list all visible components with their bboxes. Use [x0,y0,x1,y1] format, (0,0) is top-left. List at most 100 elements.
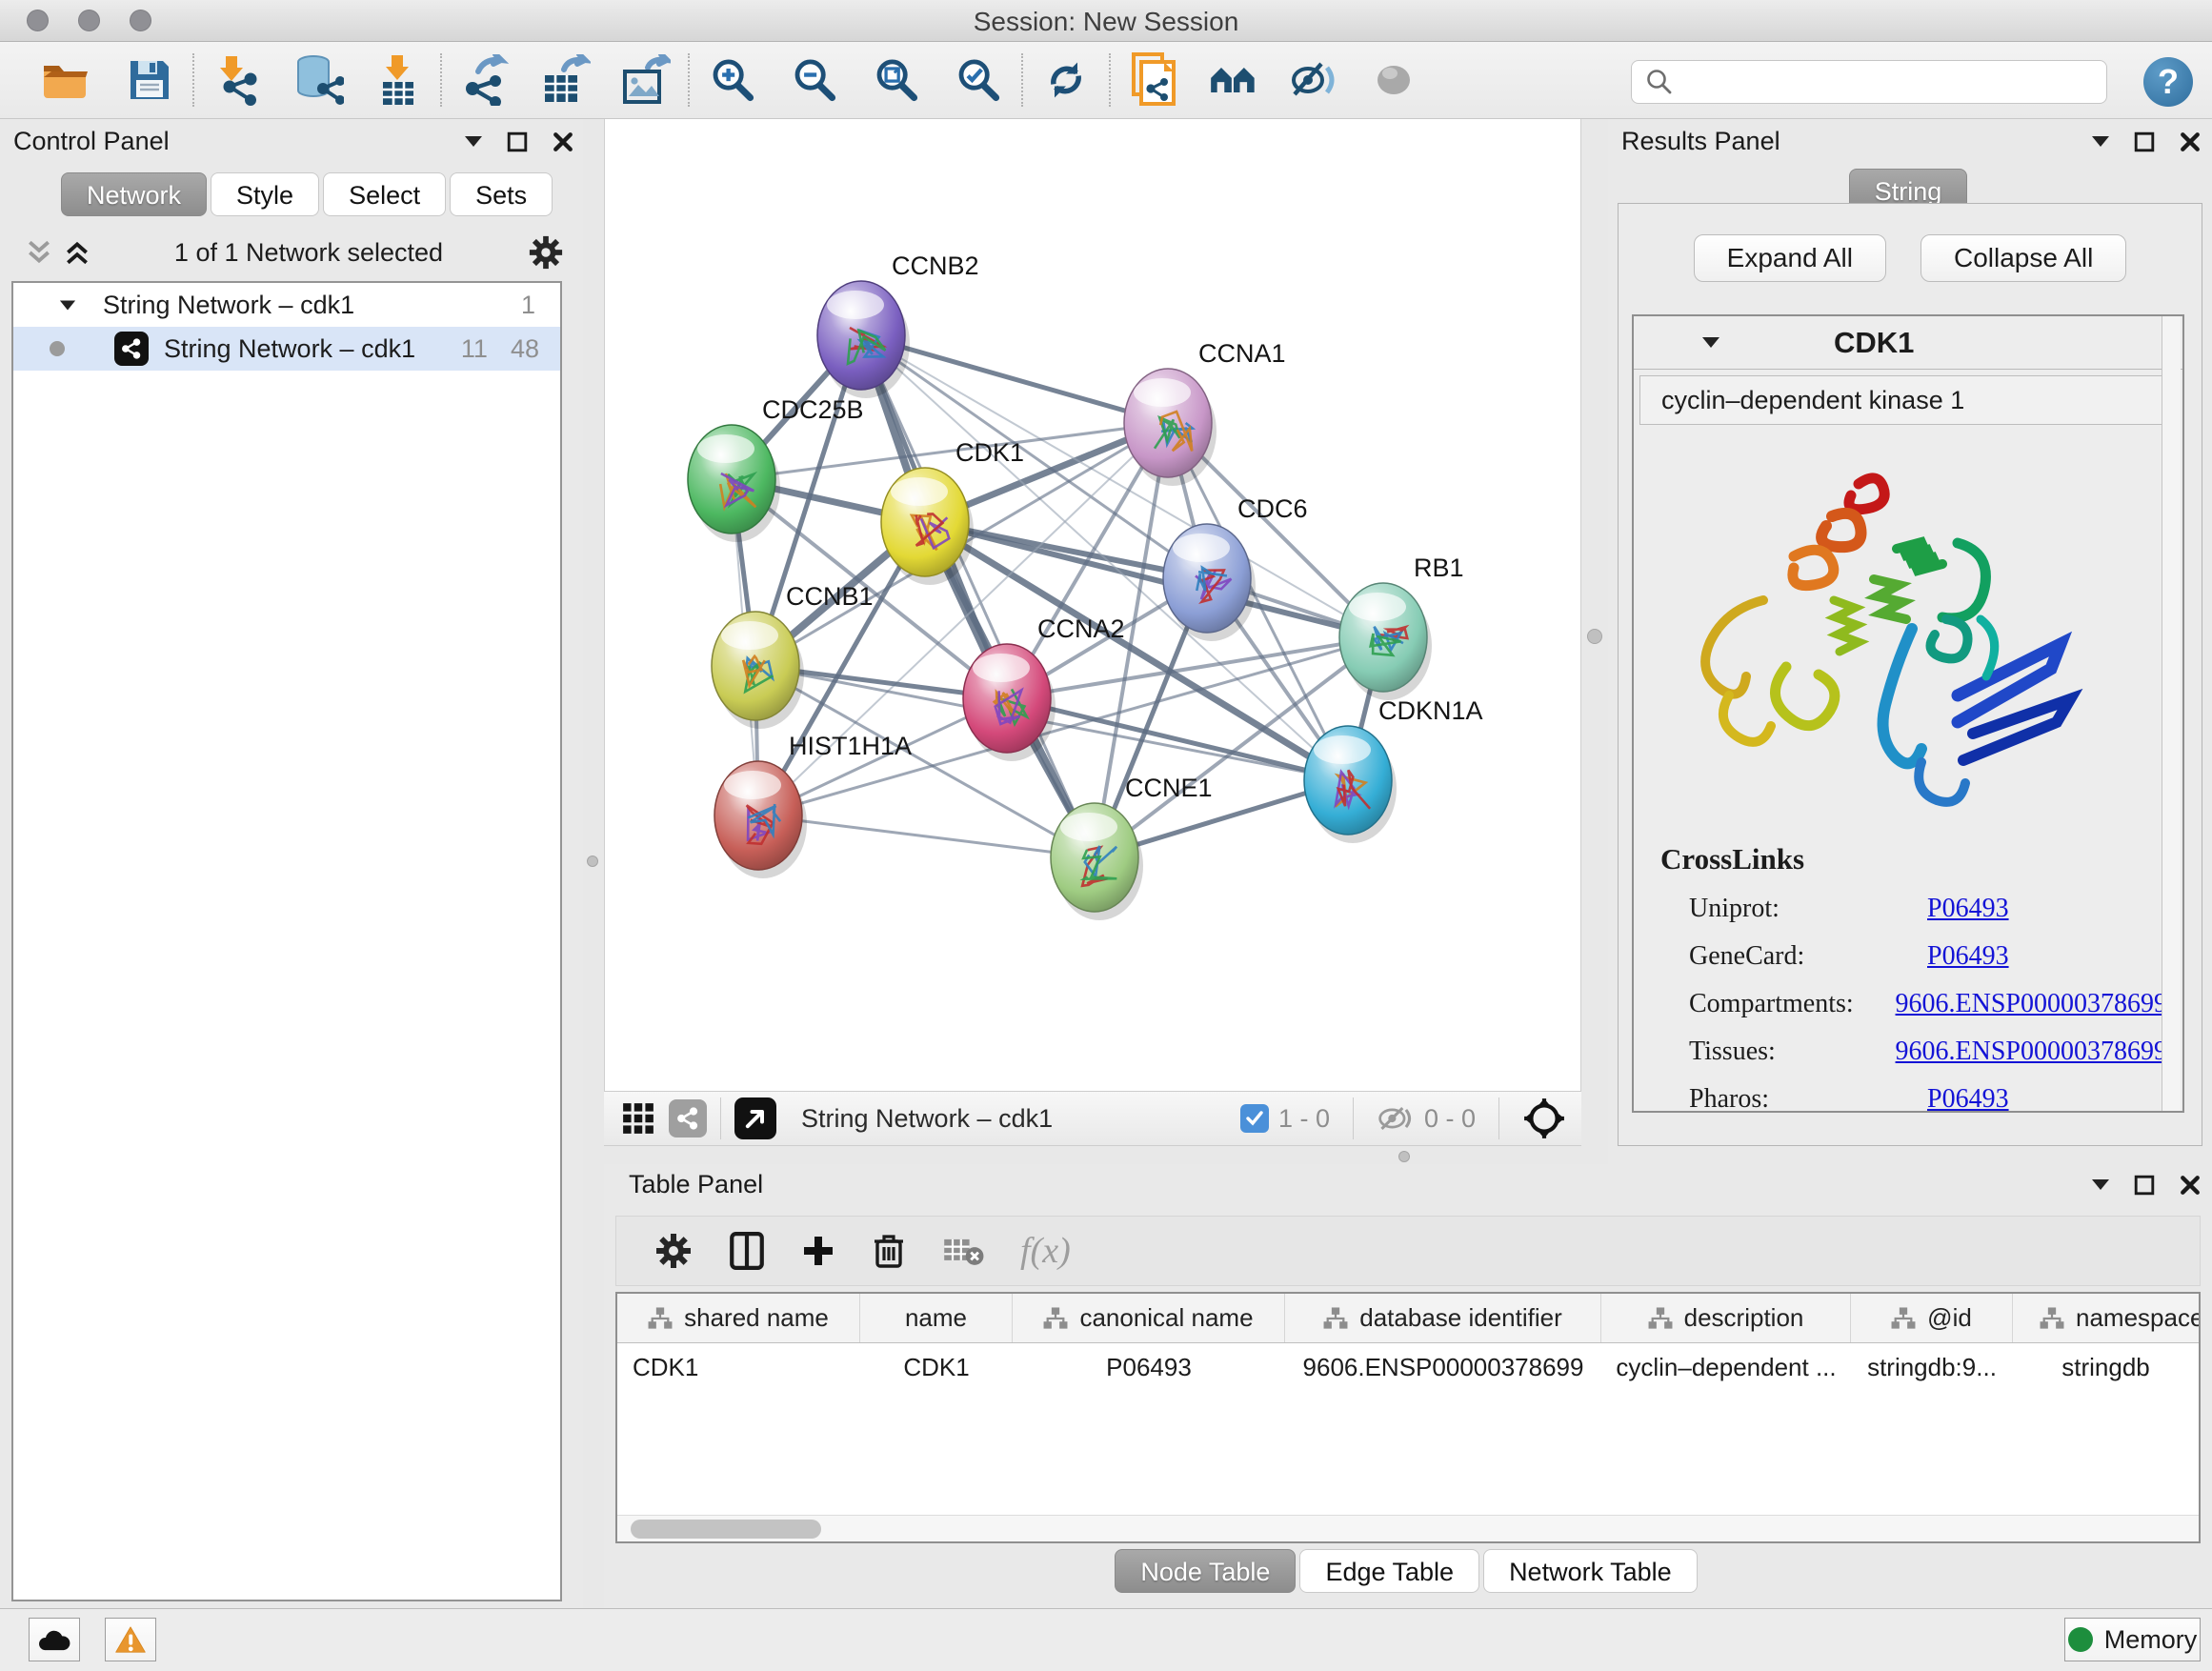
network-status-dot [50,341,65,356]
tab-select[interactable]: Select [323,172,446,216]
network-node-ccna1[interactable]: CCNA1 [1124,339,1286,486]
fit-content-button[interactable] [869,52,924,108]
selected-checkbox-icon[interactable] [1240,1104,1269,1133]
table-horizontal-scrollbar[interactable] [617,1515,2199,1541]
add-column-icon[interactable] [801,1234,835,1268]
network-options-gear-icon[interactable] [528,234,564,271]
string-home-button[interactable] [1206,52,1261,108]
tab-network[interactable]: Network [61,172,207,216]
network-node-rb1[interactable]: RB1 [1339,554,1464,700]
warnings-button[interactable] [105,1618,156,1661]
network-collection-row[interactable]: String Network – cdk1 1 [13,283,560,327]
node-label-hist1h1a: HIST1H1A [789,732,912,760]
zoom-out-button[interactable] [787,52,842,108]
column-header-canonical-name[interactable]: canonical name [1013,1294,1285,1342]
network-node-cdkn1a[interactable]: CDKN1A [1304,696,1483,843]
import-network-file-button[interactable] [210,52,265,108]
open-session-button[interactable] [38,52,93,108]
column-header-id[interactable]: @id [1851,1294,2013,1342]
expand-all-networks-icon[interactable] [65,238,90,267]
birds-eye-view-icon[interactable] [1522,1097,1566,1140]
column-header-name[interactable]: name [860,1294,1013,1342]
refresh-view-button[interactable] [1038,52,1094,108]
tab-edge-table[interactable]: Edge Table [1299,1549,1479,1593]
network-canvas[interactable]: CCNB2CCNA1CDC25BCDK1CDC6RB1CCNB1CCNA2CDK… [604,119,1581,1091]
panel-dropdown-icon[interactable] [2092,1179,2109,1190]
table-row[interactable]: CDK1 CDK1 P06493 9606.ENSP00000378699 cy… [617,1343,2199,1391]
zoom-selected-button[interactable] [951,52,1006,108]
close-panel-icon[interactable] [2180,131,2201,152]
collapse-all-button[interactable]: Collapse All [1920,234,2126,282]
network-node-ccna2[interactable]: CCNA2 [963,614,1125,761]
delete-column-icon[interactable] [872,1232,906,1270]
export-network-button[interactable] [457,52,513,108]
float-panel-icon[interactable] [507,131,528,152]
help-button[interactable]: ? [2143,57,2193,107]
float-panel-icon[interactable] [2134,1175,2155,1196]
left-splitter-handle[interactable] [587,856,598,867]
export-image-button[interactable] [617,52,673,108]
network-node-cdc6[interactable]: CDC6 [1163,494,1308,641]
tab-node-table[interactable]: Node Table [1115,1549,1296,1593]
gene-collapse-icon[interactable] [1702,337,1719,348]
close-panel-icon[interactable] [2180,1175,2201,1196]
toolbar-separator [440,53,442,107]
crosslink-label: Pharos: [1689,1084,1927,1115]
network-view-share-icon[interactable] [669,1099,707,1137]
grid-view-icon[interactable] [621,1101,655,1136]
import-network-database-button[interactable] [290,52,345,108]
export-table-button[interactable] [537,52,593,108]
expand-all-button[interactable]: Expand All [1694,234,1886,282]
delete-table-icon [942,1235,984,1267]
import-table-file-button[interactable] [370,52,425,108]
panel-dropdown-icon[interactable] [465,136,482,147]
right-splitter-handle[interactable] [1587,629,1602,644]
toolbar-separator [192,53,194,107]
tab-network-table[interactable]: Network Table [1483,1549,1698,1593]
column-header-database-identifier[interactable]: database identifier [1285,1294,1601,1342]
tab-style[interactable]: Style [211,172,319,216]
eye-button[interactable] [1366,52,1421,108]
show-columns-icon[interactable] [729,1231,765,1271]
save-session-button[interactable] [122,52,177,108]
network-node-ccnb2[interactable]: CCNB2 [817,252,979,398]
crosslink-compartments-link[interactable]: 9606.ENSP00000378699 [1896,989,2167,1019]
network-node-ccne1[interactable]: CCNE1 [1051,774,1213,920]
string-network-graph[interactable]: CCNB2CCNA1CDC25BCDK1CDC6RB1CCNB1CCNA2CDK… [605,119,1582,1091]
crosslink-genecard-link[interactable]: P06493 [1927,941,2009,972]
network-node-hist1h1a[interactable]: HIST1H1A [714,732,912,878]
search-box[interactable] [1631,60,2107,104]
warning-icon [114,1625,147,1655]
column-header-shared-name[interactable]: shared name [617,1294,860,1342]
memory-status-dot [2068,1627,2093,1652]
column-header-namespace[interactable]: namespace [2013,1294,2199,1342]
network-share-icon [114,332,149,366]
memory-button[interactable]: Memory [2064,1618,2201,1661]
tab-sets[interactable]: Sets [450,172,553,216]
collection-expand-icon[interactable] [60,300,75,310]
close-panel-icon[interactable] [553,131,573,152]
table-panel: Table Panel f(x) shared name name canoni… [604,1164,2212,1608]
collapse-all-networks-icon[interactable] [27,238,51,267]
status-bar: Memory [0,1608,2212,1671]
string-hide-glass-button[interactable] [1286,52,1341,108]
toolbar-separator [688,53,690,107]
search-input[interactable] [1674,68,2083,97]
detach-view-icon[interactable] [734,1097,776,1139]
column-header-description[interactable]: description [1601,1294,1851,1342]
results-scrollbar[interactable] [2162,316,2181,1111]
crosslink-tissues-link[interactable]: 9606.ENSP00000378699 [1896,1037,2167,1067]
network-node-cdc25b[interactable]: CDC25B [688,395,864,542]
table-toolbar: f(x) [615,1216,2201,1286]
crosslink-uniprot-link[interactable]: P06493 [1927,894,2009,924]
table-options-gear-icon[interactable] [654,1232,693,1270]
zoom-in-button[interactable] [705,52,760,108]
node-label-ccna2: CCNA2 [1037,614,1125,643]
network-row[interactable]: String Network – cdk1 11 48 [13,327,560,371]
panel-dropdown-icon[interactable] [2092,136,2109,147]
string-import-button[interactable] [1126,52,1181,108]
scrollbar-thumb[interactable] [631,1520,821,1539]
float-panel-icon[interactable] [2134,131,2155,152]
cloud-status-button[interactable] [29,1618,80,1661]
crosslink-pharos-link[interactable]: P06493 [1927,1084,2009,1115]
